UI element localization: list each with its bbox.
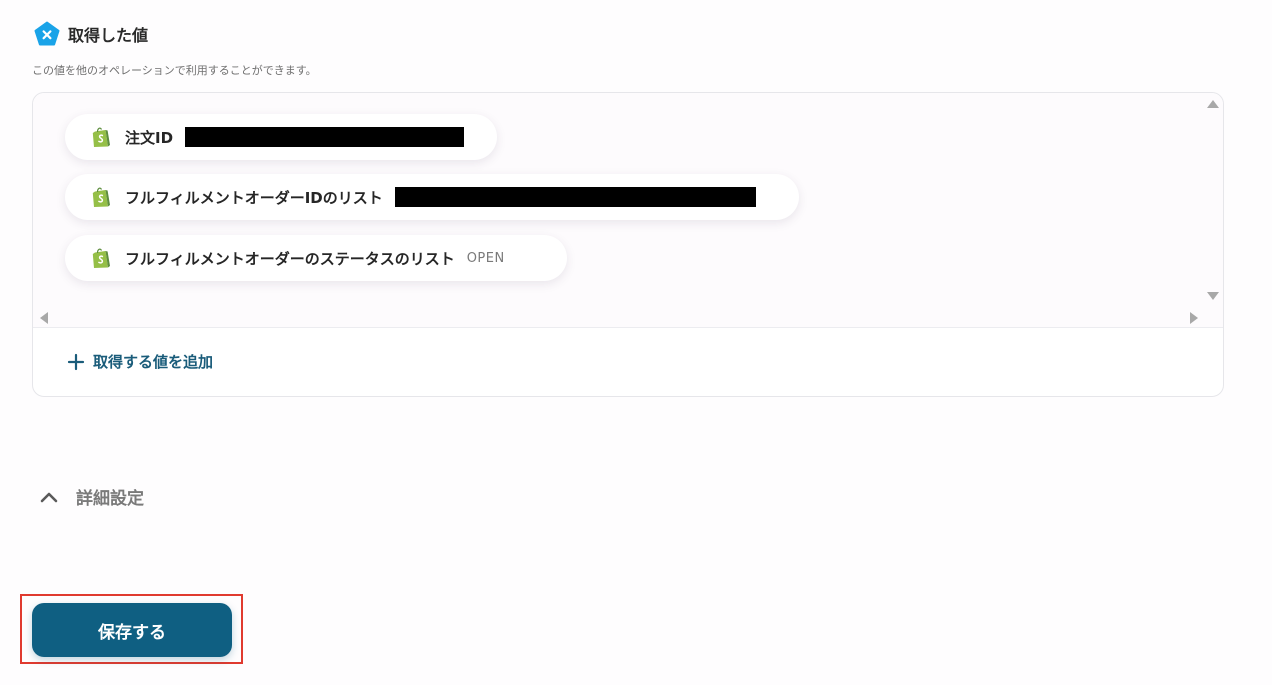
chevron-up-icon: [40, 492, 58, 502]
value-chip-label: フルフィルメントオーダーIDのリスト: [125, 188, 383, 207]
shopify-icon: [92, 127, 110, 147]
value-chip-label: 注文ID: [125, 128, 174, 147]
value-chip-value: OPEN: [466, 250, 505, 266]
value-chip-fulfillment-order-statuses[interactable]: フルフィルメントオーダーのステータスのリスト OPEN: [65, 235, 567, 281]
section-title: 取得した値: [68, 26, 149, 45]
value-chip-label: フルフィルメントオーダーのステータスのリスト: [125, 249, 455, 268]
scroll-down-arrow-icon[interactable]: [1207, 292, 1219, 300]
scroll-left-arrow-icon[interactable]: [40, 312, 48, 324]
values-scroll-area[interactable]: 注文ID フルフィルメントオーダーIDのリスト フルフィルメントオーダーのステー…: [33, 93, 1223, 328]
scroll-right-arrow-icon[interactable]: [1190, 312, 1198, 324]
section-header: 取得した値: [34, 21, 148, 47]
value-chip-order-id[interactable]: 注文ID: [65, 114, 497, 160]
redacted-value: [185, 127, 465, 147]
save-button[interactable]: 保存する: [32, 603, 232, 657]
scroll-up-arrow-icon[interactable]: [1207, 100, 1219, 108]
redacted-value: [394, 187, 756, 207]
page: 取得した値 この値を他のオペレーションで利用することができます。 注文ID フル…: [0, 0, 1272, 685]
add-value-label: 取得する値を追加: [93, 353, 214, 371]
shopify-icon: [92, 187, 110, 207]
section-description: この値を他のオペレーションで利用することができます。: [32, 64, 317, 77]
value-chip-fulfillment-order-ids[interactable]: フルフィルメントオーダーIDのリスト: [65, 174, 799, 220]
plus-icon: [67, 353, 85, 370]
add-value-button[interactable]: 取得する値を追加: [67, 351, 213, 372]
retrieved-values-card: 注文ID フルフィルメントオーダーIDのリスト フルフィルメントオーダーのステー…: [32, 92, 1224, 397]
shopify-icon: [92, 248, 110, 268]
advanced-settings-toggle[interactable]: 詳細設定: [38, 484, 144, 509]
x-badge-icon: [34, 21, 60, 46]
advanced-settings-label: 詳細設定: [76, 489, 144, 509]
